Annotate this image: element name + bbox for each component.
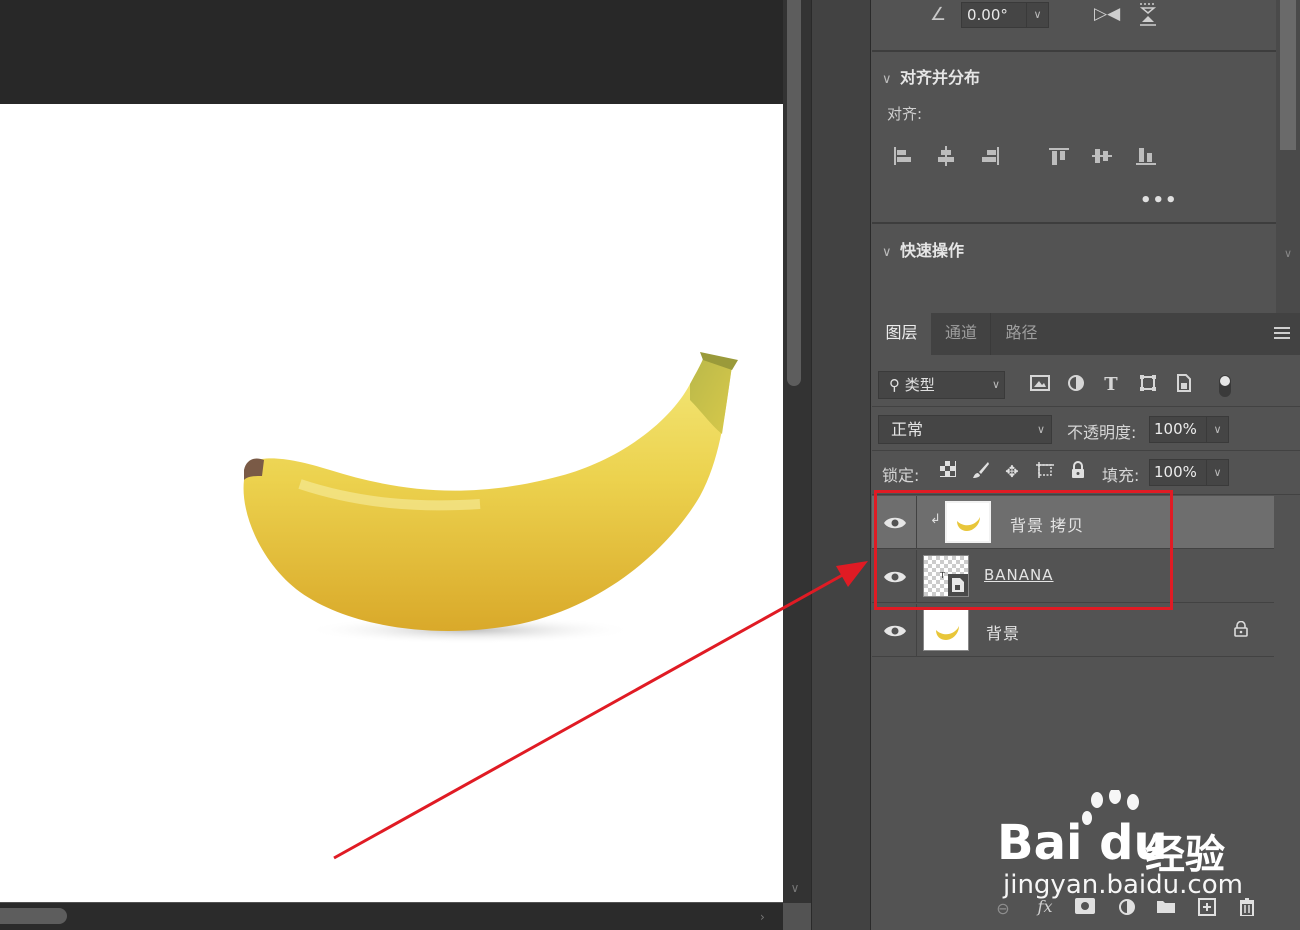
lock-transparent-pixels-icon[interactable] xyxy=(937,461,959,483)
lock-all-icon[interactable] xyxy=(1067,461,1089,483)
angle-input[interactable]: 0.00° ∨ xyxy=(961,2,1049,28)
chevron-down-icon: ∨ xyxy=(882,245,892,260)
eye-icon[interactable] xyxy=(882,621,908,641)
divider xyxy=(872,50,1276,52)
align-section-header[interactable]: ∨ 对齐并分布 xyxy=(882,64,980,88)
align-section-title: 对齐并分布 xyxy=(900,68,981,87)
horizontal-scroll-thumb[interactable] xyxy=(0,908,67,924)
add-mask-icon[interactable] xyxy=(1074,898,1096,920)
divider xyxy=(872,450,1300,451)
flip-horizontal-icon[interactable]: ▷◀ xyxy=(1094,4,1120,24)
filter-toggle-icon[interactable] xyxy=(1214,374,1236,397)
opacity-label: 不透明度: xyxy=(1067,423,1137,442)
chevron-down-icon: ∨ xyxy=(1036,423,1045,436)
align-right-edges-icon[interactable] xyxy=(977,143,1003,169)
canvas-pasteboard xyxy=(0,0,783,104)
align-horizontal-centers-icon[interactable] xyxy=(933,143,959,169)
layer-row-background[interactable]: 背景 xyxy=(872,604,1274,657)
blend-mode-value: 正常 xyxy=(891,420,924,439)
chevron-right-icon[interactable]: › xyxy=(760,907,776,927)
more-options-button[interactable]: ••• xyxy=(1140,190,1178,211)
baidu-url: jingyan.baidu.com xyxy=(1003,870,1243,900)
flip-vertical-icon[interactable] xyxy=(1138,2,1158,31)
canvas-vertical-scrollbar[interactable]: ∨ xyxy=(783,0,811,903)
new-group-icon[interactable] xyxy=(1155,898,1177,920)
chevron-down-icon[interactable]: ∨ xyxy=(785,878,805,898)
divider xyxy=(872,406,1300,407)
baidu-logo: Bai du xyxy=(997,815,1168,871)
annotation-highlight-box xyxy=(874,490,1173,610)
chevron-down-icon: ∨ xyxy=(991,378,1000,391)
shape-filter-icon[interactable] xyxy=(1137,374,1159,396)
fill-input[interactable]: 100% ∨ xyxy=(1149,459,1229,486)
opacity-input[interactable]: 100% ∨ xyxy=(1149,416,1229,443)
new-layer-icon[interactable] xyxy=(1196,898,1218,920)
quick-actions-title: 快速操作 xyxy=(900,241,965,260)
align-top-edges-icon[interactable] xyxy=(1046,143,1072,169)
link-layers-icon[interactable]: ⊖ xyxy=(992,898,1014,920)
lock-label: 锁定: xyxy=(882,466,920,485)
layer-filter-select[interactable]: ⚲ 类型 ∨ xyxy=(878,371,1005,399)
tab-paths[interactable]: 路径 xyxy=(990,313,1052,355)
tab-channels[interactable]: 通道 xyxy=(932,313,990,355)
blend-mode-select[interactable]: 正常 ∨ xyxy=(878,415,1052,444)
layers-tab-bar: 图层 通道 路径 xyxy=(872,313,1300,355)
divider xyxy=(872,222,1276,224)
align-left-edges-icon[interactable] xyxy=(890,143,916,169)
chevron-down-icon[interactable]: ∨ xyxy=(1206,460,1228,485)
panel-menu-icon[interactable] xyxy=(1274,327,1290,341)
canvas-horizontal-scrollbar[interactable]: › xyxy=(0,903,783,930)
smart-object-filter-icon[interactable] xyxy=(1173,374,1195,396)
lock-position-icon[interactable]: ✥ xyxy=(1001,461,1023,483)
trash-icon[interactable] xyxy=(1236,898,1258,920)
document-canvas[interactable] xyxy=(0,104,783,902)
properties-scroll-thumb[interactable] xyxy=(1280,0,1296,150)
align-vertical-centers-icon[interactable] xyxy=(1089,143,1115,169)
chevron-down-icon: ∨ xyxy=(882,72,892,87)
layer-thumbnail xyxy=(923,609,969,651)
align-label: 对齐: xyxy=(887,105,923,123)
angle-icon: ∠ xyxy=(930,4,947,25)
properties-scrollbar[interactable]: ∨ xyxy=(1276,0,1300,313)
chevron-down-icon[interactable]: ∨ xyxy=(1206,417,1228,442)
text-filter-icon[interactable]: T xyxy=(1100,374,1122,396)
adjustment-filter-icon[interactable] xyxy=(1065,374,1087,396)
lock-icon xyxy=(1234,620,1248,641)
panel-dock-strip xyxy=(811,0,871,930)
new-adjustment-layer-icon[interactable] xyxy=(1116,898,1138,920)
opacity-value: 100% xyxy=(1154,420,1197,438)
lock-artboard-icon[interactable] xyxy=(1034,461,1056,483)
fill-value: 100% xyxy=(1154,463,1197,481)
layer-name: 背景 xyxy=(986,624,1021,643)
image-filter-icon[interactable] xyxy=(1029,374,1051,396)
photoshop-window: ∨ › ∠ 0.00° ∨ ▷◀ ∨ 对齐并分布 对齐: ••• ∨ 快速操作 … xyxy=(0,0,1300,930)
quick-actions-section-header[interactable]: ∨ 快速操作 xyxy=(882,237,964,261)
search-icon: ⚲ xyxy=(889,376,900,394)
align-bottom-edges-icon[interactable] xyxy=(1133,143,1159,169)
layer-filter-value: 类型 xyxy=(904,376,935,394)
chevron-down-icon[interactable]: ∨ xyxy=(1026,3,1048,27)
chevron-down-icon[interactable]: ∨ xyxy=(1280,247,1296,267)
lock-image-pixels-icon[interactable] xyxy=(970,461,992,483)
divider xyxy=(916,604,917,657)
angle-value: 0.00° xyxy=(967,6,1008,24)
tab-layers[interactable]: 图层 xyxy=(872,313,931,355)
banana-image xyxy=(243,352,738,644)
vertical-scroll-thumb[interactable] xyxy=(787,0,801,386)
fill-label: 填充: xyxy=(1102,466,1140,485)
